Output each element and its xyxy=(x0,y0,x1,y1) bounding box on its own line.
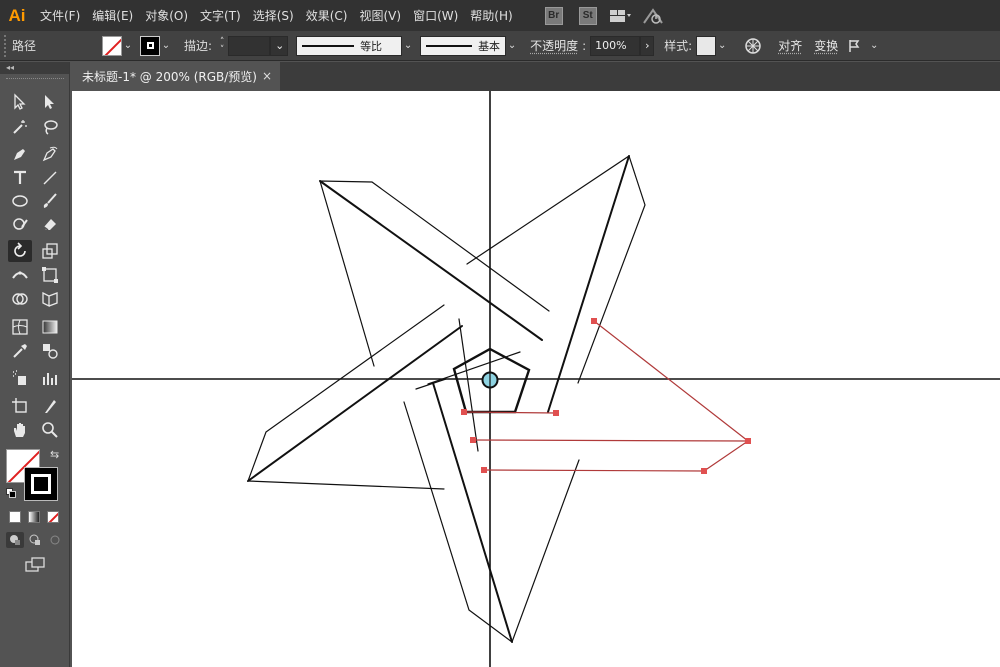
fill-swatch[interactable] xyxy=(102,35,122,56)
menu-window[interactable]: 窗口(W) xyxy=(407,0,464,31)
lasso-tool-icon[interactable] xyxy=(38,116,62,138)
stock-button[interactable]: St xyxy=(578,6,597,25)
star-arms[interactable] xyxy=(247,155,646,643)
scale-tool-icon[interactable] xyxy=(38,240,62,262)
shaper-tool-icon[interactable] xyxy=(8,213,32,235)
blend-tool-icon[interactable] xyxy=(38,340,62,362)
draw-behind-icon[interactable] xyxy=(26,532,44,548)
stroke-weight-dropdown[interactable]: ⌄ xyxy=(270,35,289,56)
menu-type[interactable]: 文字(T) xyxy=(194,0,247,31)
stroke-color-icon[interactable] xyxy=(24,467,58,501)
brush-line xyxy=(426,44,473,47)
gradient-mode-icon[interactable] xyxy=(28,511,40,523)
symbol-sprayer-tool-icon[interactable] xyxy=(8,367,32,389)
tools-panel: ◂◂ ⇆ xyxy=(0,62,70,667)
control-bar-grip[interactable] xyxy=(4,34,12,57)
gpu-performance-icon[interactable] xyxy=(639,6,667,26)
stroke-label[interactable]: 描边 xyxy=(184,37,208,54)
free-transform-tool-icon[interactable] xyxy=(38,264,62,286)
direct-selection-tool-icon[interactable] xyxy=(38,91,62,113)
transform-button[interactable]: 变换 xyxy=(810,35,842,57)
swap-fill-stroke-icon[interactable]: ⇆ xyxy=(50,448,59,461)
opacity-label[interactable]: 不透明度 xyxy=(526,35,582,57)
width-tool-icon[interactable] xyxy=(8,264,32,286)
tools-panel-collapse[interactable]: ◂◂ xyxy=(0,62,69,74)
brush-label: 基本 xyxy=(478,39,501,53)
graphic-style-swatch[interactable] xyxy=(696,35,717,56)
ellipse-tool-icon[interactable] xyxy=(8,190,32,212)
eyedropper-tool-icon[interactable] xyxy=(8,340,32,362)
close-icon[interactable]: × xyxy=(262,69,272,83)
document-tab[interactable]: 未标题-1* @ 200% (RGB/预览) × xyxy=(72,62,280,91)
hand-tool-icon[interactable] xyxy=(8,419,32,441)
brush-definition[interactable]: 基本 xyxy=(420,35,507,56)
color-mode-icon[interactable] xyxy=(9,511,21,523)
artwork-drawing xyxy=(72,91,1000,667)
selection-tool-icon[interactable] xyxy=(8,91,32,113)
menu-file[interactable]: 文件(F) xyxy=(34,0,86,31)
fill-dropdown-icon[interactable]: ⌄ xyxy=(122,36,134,56)
bridge-button[interactable]: Br xyxy=(544,6,563,25)
selected-path[interactable] xyxy=(463,320,750,472)
eraser-tool-icon[interactable] xyxy=(38,213,62,235)
mesh-tool-icon[interactable] xyxy=(8,316,32,338)
align-button[interactable]: 对齐 xyxy=(774,35,806,57)
zoom-tool-icon[interactable] xyxy=(38,419,62,441)
recolor-artwork-icon[interactable] xyxy=(742,36,764,56)
draw-normal-icon[interactable] xyxy=(6,532,24,548)
artboard-tool-icon[interactable] xyxy=(8,395,32,417)
pen-tool-icon[interactable] xyxy=(8,143,32,165)
magic-wand-tool-icon[interactable] xyxy=(8,116,32,138)
menu-object[interactable]: 对象(O) xyxy=(139,0,194,31)
style-colon: : xyxy=(688,38,693,53)
none-mode-icon[interactable] xyxy=(47,511,59,523)
menu-effect[interactable]: 效果(C) xyxy=(300,0,354,31)
stroke-swatch[interactable] xyxy=(140,35,160,56)
shape-builder-tool-icon[interactable] xyxy=(8,288,32,310)
brush-dropdown-icon[interactable]: ⌄ xyxy=(506,36,518,56)
opacity-arrow[interactable]: › xyxy=(640,35,655,56)
control-menu-dropdown-icon[interactable]: ⌄ xyxy=(868,36,880,56)
document-tab-bar: 未标题-1* @ 200% (RGB/预览) × xyxy=(72,62,1000,91)
perspective-grid-tool-icon[interactable] xyxy=(38,288,62,310)
variable-width-profile[interactable]: 等比 xyxy=(296,35,403,56)
menu-bar: Ai 文件(F) 编辑(E) 对象(O) 文字(T) 选择(S) 效果(C) 视… xyxy=(0,0,1000,31)
menu-help[interactable]: 帮助(H) xyxy=(464,0,518,31)
style-label: 样式 xyxy=(664,39,689,53)
rotate-tool-icon[interactable] xyxy=(8,240,32,262)
document-tab-title: 未标题-1* @ 200% (RGB/预览) xyxy=(82,70,257,84)
stroke-stepper-icon[interactable]: ˄ ˅ xyxy=(216,36,228,56)
stroke-colon: : xyxy=(208,38,213,53)
tools-panel-grip[interactable] xyxy=(6,78,64,80)
type-tool-icon[interactable] xyxy=(8,167,32,189)
screen-mode-icon[interactable] xyxy=(24,556,48,574)
control-bar: 路径 ⌄ ⌄ 描边 : ˄ ˅ ⌄ 等比 ⌄ 基本 ⌄ 不透明度 : 100% ›… xyxy=(0,31,1000,61)
profile-line xyxy=(302,44,355,47)
anchor-points[interactable] xyxy=(461,318,751,474)
stroke-weight-field[interactable] xyxy=(228,35,271,56)
opacity-colon: : xyxy=(582,38,587,53)
gradient-tool-icon[interactable] xyxy=(38,316,62,338)
stroke-dropdown-icon[interactable]: ⌄ xyxy=(160,36,172,56)
profile-label: 等比 xyxy=(360,39,383,53)
workspace-layout-icon[interactable] xyxy=(607,6,635,26)
style-dropdown-icon[interactable]: ⌄ xyxy=(716,36,728,56)
curvature-tool-icon[interactable] xyxy=(38,143,62,165)
artboard-canvas[interactable] xyxy=(72,91,1000,667)
menu-view[interactable]: 视图(V) xyxy=(353,0,407,31)
slice-tool-icon[interactable] xyxy=(38,395,62,417)
default-fill-stroke-icon[interactable] xyxy=(6,488,16,498)
menu-select[interactable]: 选择(S) xyxy=(247,0,300,31)
line-segment-tool-icon[interactable] xyxy=(38,167,62,189)
draw-inside-icon[interactable] xyxy=(46,532,64,548)
column-graph-tool-icon[interactable] xyxy=(38,367,62,389)
profile-dropdown-icon[interactable]: ⌄ xyxy=(402,36,414,56)
paintbrush-tool-icon[interactable] xyxy=(38,190,62,212)
menu-edit[interactable]: 编辑(E) xyxy=(86,0,139,31)
app-logo: Ai xyxy=(8,5,26,25)
selection-type-label: 路径 xyxy=(12,39,37,53)
isolate-group-icon[interactable] xyxy=(844,36,866,56)
opacity-field[interactable]: 100% xyxy=(590,35,641,56)
